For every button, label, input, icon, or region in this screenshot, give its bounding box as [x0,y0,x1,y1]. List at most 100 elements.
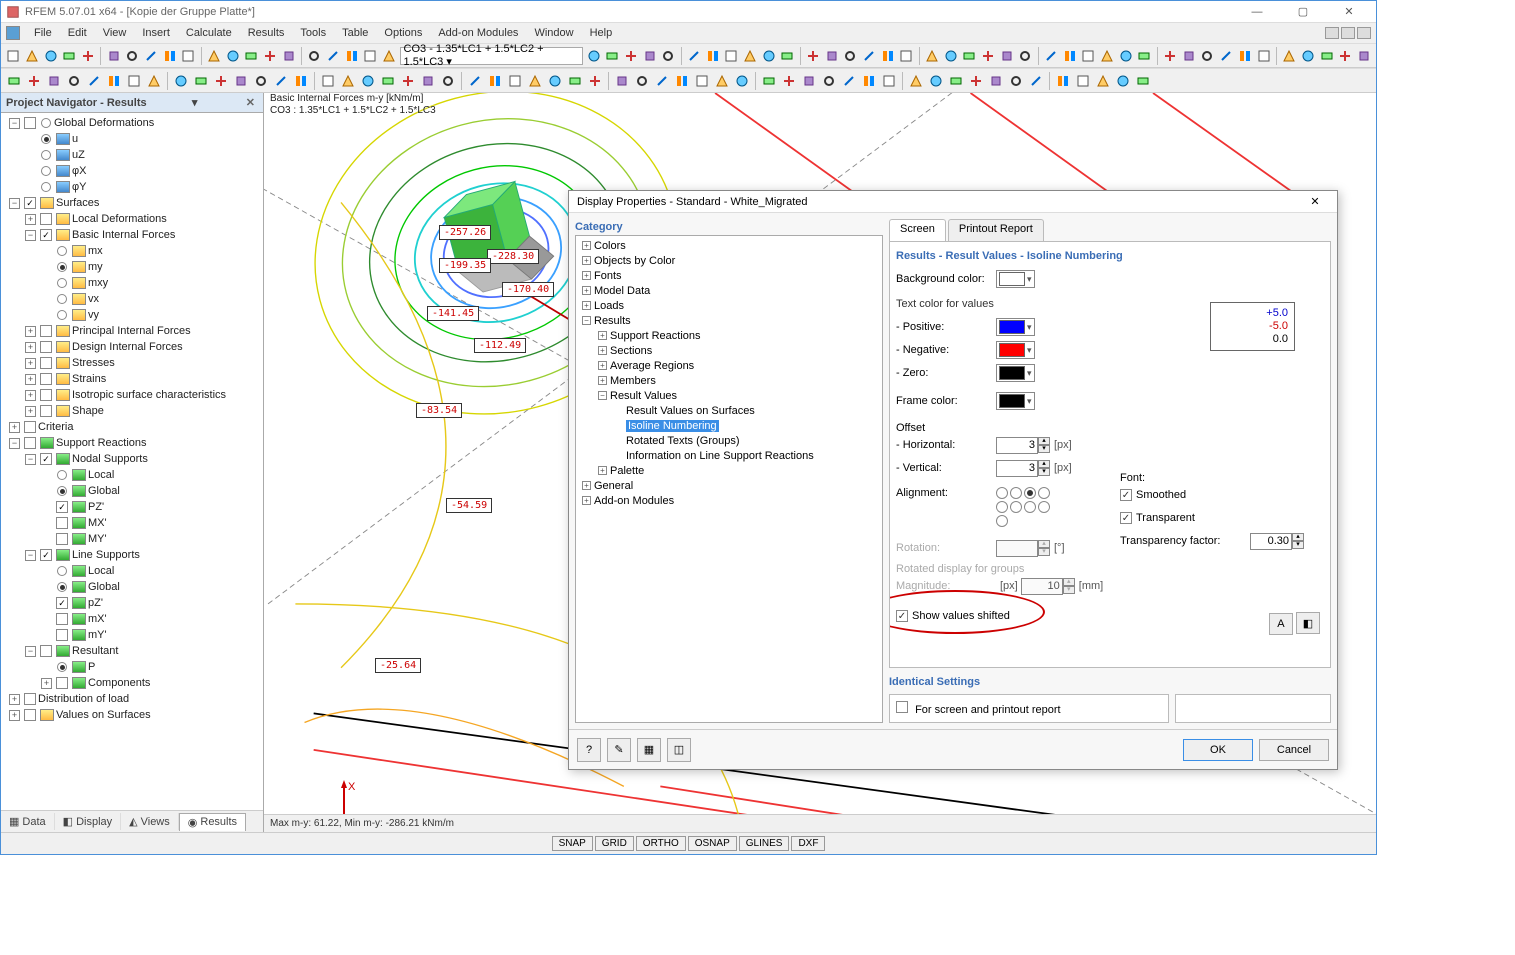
tree-toggle[interactable]: + [25,326,36,337]
tree-checkbox[interactable] [40,357,52,369]
font-settings-button-a[interactable]: A [1269,613,1293,635]
toolbar2-btn-34[interactable] [713,72,731,90]
spin-down[interactable]: ▾ [1038,445,1050,453]
cat-toggle[interactable]: + [582,256,591,265]
tree-checkbox[interactable]: ✓ [40,229,52,241]
spin-down[interactable]: ▾ [1038,468,1050,476]
toolbar2-btn-28[interactable] [586,72,604,90]
navigator-close-button[interactable]: ✕ [243,96,258,109]
navigator-pin-button[interactable]: ▾ [189,96,201,109]
toolbar-btn-24[interactable] [660,47,677,65]
category-item[interactable]: +Add-on Modules [578,493,880,508]
toolbar-btn-10[interactable] [206,47,223,65]
category-item[interactable]: +Loads [578,298,880,313]
toolbar-btn-11[interactable] [224,47,241,65]
toolbar2-btn-9[interactable] [192,72,210,90]
category-item[interactable]: Information on Line Support Reactions [578,448,880,463]
tree-toggle[interactable]: + [41,678,52,689]
tree-radio[interactable] [41,182,51,192]
status-osnap[interactable]: OSNAP [688,836,737,851]
toolbar2-btn-12[interactable] [252,72,270,90]
tree-checkbox[interactable] [40,341,52,353]
tree-radio[interactable] [57,262,67,272]
tree-checkbox[interactable] [40,373,52,385]
nav-item[interactable]: −Support Reactions [3,435,261,451]
tree-checkbox[interactable] [40,389,52,401]
toolbar-btn-3[interactable] [61,47,78,65]
menu-help[interactable]: Help [583,25,620,41]
tree-toggle[interactable]: − [25,550,36,561]
toolbar-btn-35[interactable] [879,47,896,65]
toolbar-btn-45[interactable] [1080,47,1097,65]
tree-toggle[interactable]: − [9,198,20,209]
frame-color-picker[interactable]: ▾ [996,392,1035,410]
tree-checkbox[interactable]: ✓ [40,453,52,465]
toolbar2-btn-17[interactable] [359,72,377,90]
nav-tab-views[interactable]: ◭Views [121,813,179,830]
tree-toggle[interactable]: + [25,390,36,401]
toolbar2-btn-8[interactable] [172,72,190,90]
toolbar-btn-1[interactable] [24,47,41,65]
toolbar-btn-33[interactable] [842,47,859,65]
category-item[interactable]: +Members [578,373,880,388]
tree-radio[interactable] [57,246,67,256]
nav-item[interactable]: +Shape [3,403,261,419]
toolbar2-btn-36[interactable] [760,72,778,90]
nav-item[interactable]: vx [3,291,261,307]
toolbar-btn-19[interactable] [381,47,398,65]
category-item[interactable]: +Support Reactions [578,328,880,343]
window-maximize-button[interactable]: ▢ [1281,2,1325,22]
toolbar2-btn-19[interactable] [399,72,417,90]
edit-button[interactable]: ✎ [607,738,631,762]
toolbar-btn-7[interactable] [143,47,160,65]
nav-item[interactable]: +Strains [3,371,261,387]
toolbar2-btn-48[interactable] [1007,72,1025,90]
toolbar2-btn-47[interactable] [987,72,1005,90]
toolbar-btn-53[interactable] [1237,47,1254,65]
nav-item[interactable]: MY' [3,531,261,547]
mdi-minimize-button[interactable] [1325,27,1339,39]
toolbar-btn-38[interactable] [942,47,959,65]
tree-checkbox[interactable] [56,677,68,689]
mdi-restore-button[interactable] [1341,27,1355,39]
toolbar-btn-15[interactable] [306,47,323,65]
nav-item[interactable]: −✓Nodal Supports [3,451,261,467]
nav-item[interactable]: +Components [3,675,261,691]
nav-item[interactable]: mY' [3,627,261,643]
zero-color-picker[interactable]: ▾ [996,364,1035,382]
category-item[interactable]: +Sections [578,343,880,358]
toolbar-btn-16[interactable] [325,47,342,65]
toolbar2-btn-4[interactable] [85,72,103,90]
tree-checkbox[interactable] [24,437,36,449]
tree-checkbox[interactable] [56,613,68,625]
toolbar2-btn-29[interactable] [613,72,631,90]
tree-toggle[interactable]: − [25,230,36,241]
nav-item[interactable]: ✓pZ' [3,595,261,611]
toolbar2-btn-21[interactable] [439,72,457,90]
tree-radio[interactable] [57,582,67,592]
category-item[interactable]: +Palette [578,463,880,478]
toolbar2-btn-46[interactable] [967,72,985,90]
tree-toggle[interactable]: − [25,646,36,657]
positive-color-picker[interactable]: ▾ [996,318,1035,336]
toolbar-btn-8[interactable] [161,47,178,65]
nav-item[interactable]: −✓Surfaces [3,195,261,211]
tree-checkbox[interactable] [24,709,36,721]
toolbar2-btn-1[interactable] [25,72,43,90]
status-snap[interactable]: SNAP [552,836,593,851]
toolbar-btn-18[interactable] [362,47,379,65]
tree-toggle[interactable]: + [25,342,36,353]
tree-checkbox[interactable]: ✓ [56,597,68,609]
toolbar2-btn-42[interactable] [880,72,898,90]
toolbar2-btn-11[interactable] [232,72,250,90]
nav-tab-results[interactable]: ◉Results [179,813,246,831]
toolbar-btn-26[interactable] [704,47,721,65]
smoothed-checkbox[interactable] [1120,489,1132,501]
tree-toggle[interactable]: + [9,694,20,705]
nav-item[interactable]: vy [3,307,261,323]
toolbar-btn-40[interactable] [980,47,997,65]
tree-toggle[interactable]: + [25,214,36,225]
toolbar-btn-32[interactable] [823,47,840,65]
tree-radio[interactable] [57,662,67,672]
tree-toggle[interactable]: + [25,374,36,385]
